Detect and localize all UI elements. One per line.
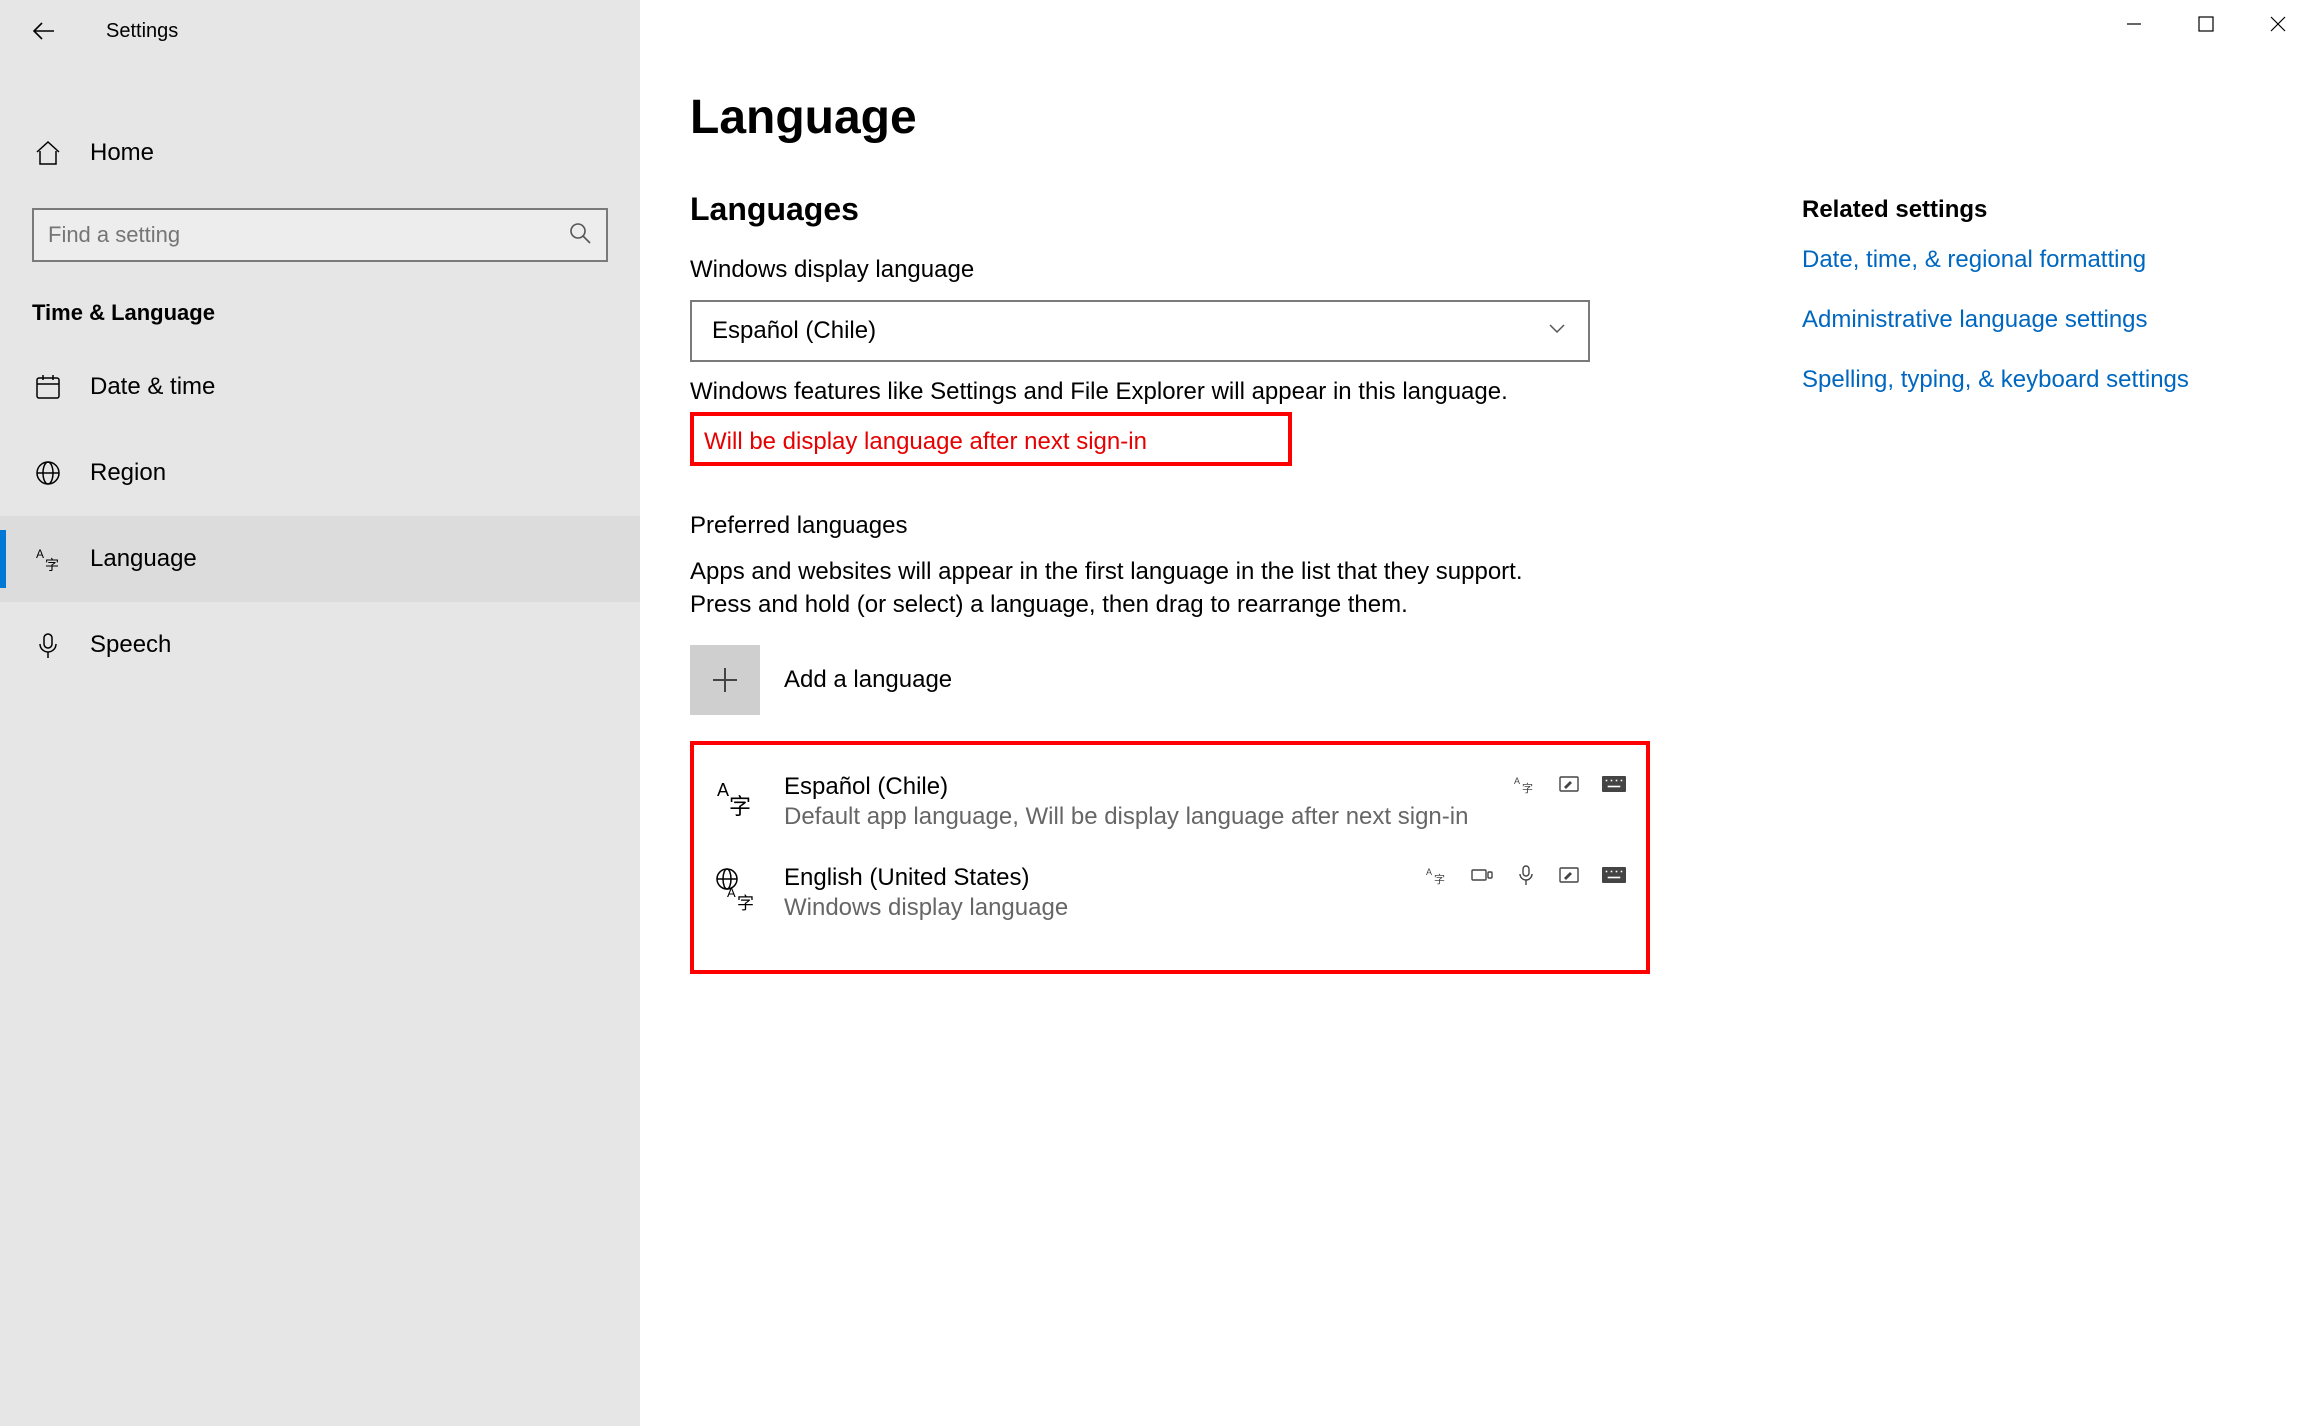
sidebar-item-region[interactable]: Region <box>0 430 640 516</box>
sidebar-item-home[interactable]: Home <box>0 116 640 190</box>
display-lang-desc: Windows features like Settings and File … <box>690 376 1510 408</box>
display-feature-icon: A字 <box>1424 864 1452 886</box>
language-pack-icon: A字 <box>712 773 760 821</box>
language-item[interactable]: A字 Español (Chile) Default app language,… <box>704 757 1636 848</box>
svg-text:A: A <box>727 885 736 900</box>
language-name: Español (Chile) <box>784 773 1488 801</box>
handwriting-feature-icon <box>1556 864 1584 886</box>
handwriting-feature-icon <box>1556 773 1584 795</box>
maximize-button[interactable] <box>2170 0 2242 48</box>
tts-feature-icon <box>1468 864 1496 886</box>
region-icon <box>32 457 64 489</box>
pending-notice: Will be display language after next sign… <box>704 428 1278 456</box>
app-title: Settings <box>106 20 178 43</box>
svg-text:字: 字 <box>1522 781 1533 794</box>
svg-text:字: 字 <box>737 894 754 911</box>
preferred-desc: Apps and websites will appear in the fir… <box>690 556 1570 621</box>
keyboard-feature-icon <box>1600 773 1628 795</box>
sidebar-item-label: Date & time <box>90 373 215 401</box>
keyboard-feature-icon <box>1600 864 1628 886</box>
pending-notice-highlight: Will be display language after next sign… <box>690 412 1292 466</box>
speech-icon <box>32 629 64 661</box>
search-icon <box>568 221 592 250</box>
add-language-button[interactable]: Add a language <box>690 645 2250 715</box>
related-heading: Related settings <box>1802 196 2262 224</box>
language-feature-icons: A字 <box>1424 864 1628 886</box>
language-feature-icons: A字 <box>1512 773 1628 795</box>
back-button[interactable] <box>30 17 58 45</box>
language-icon: A字 <box>32 543 64 575</box>
sidebar: Settings Home Time & Language Date & tim… <box>0 0 640 1426</box>
search-input[interactable] <box>48 222 568 248</box>
svg-text:A: A <box>717 780 729 800</box>
display-language-selected: Español (Chile) <box>712 317 876 345</box>
sidebar-category: Time & Language <box>0 262 640 344</box>
preferred-language-list-highlight: A字 Español (Chile) Default app language,… <box>690 741 1650 973</box>
svg-text:字: 字 <box>729 794 751 819</box>
home-icon <box>32 137 64 169</box>
close-button[interactable] <box>2242 0 2314 48</box>
language-pack-icon: A字 <box>712 864 760 912</box>
chevron-down-icon <box>1546 317 1568 346</box>
svg-text:A: A <box>1514 776 1520 786</box>
sidebar-item-label: Speech <box>90 631 171 659</box>
language-item[interactable]: A字 English (United States) Windows displ… <box>704 848 1636 939</box>
window-controls <box>2098 0 2314 48</box>
page-title: Language <box>690 90 2250 145</box>
related-link[interactable]: Spelling, typing, & keyboard settings <box>1802 366 2262 394</box>
sidebar-item-speech[interactable]: Speech <box>0 602 640 688</box>
related-link[interactable]: Administrative language settings <box>1802 306 2262 334</box>
svg-text:A: A <box>1426 867 1432 877</box>
svg-text:A: A <box>36 547 44 561</box>
language-meta: Default app language, Will be display la… <box>784 801 1488 832</box>
add-language-label: Add a language <box>784 666 952 694</box>
home-label: Home <box>90 139 154 167</box>
sidebar-item-label: Region <box>90 459 166 487</box>
related-link[interactable]: Date, time, & regional formatting <box>1802 246 2262 274</box>
related-settings: Related settings Date, time, & regional … <box>1802 196 2262 426</box>
language-name: English (United States) <box>784 864 1400 892</box>
language-meta: Windows display language <box>784 892 1400 923</box>
svg-text:字: 字 <box>1434 872 1445 885</box>
preferred-heading: Preferred languages <box>690 512 2250 540</box>
svg-text:字: 字 <box>45 557 59 573</box>
display-feature-icon: A字 <box>1512 773 1540 795</box>
minimize-button[interactable] <box>2098 0 2170 48</box>
sidebar-item-language[interactable]: A字 Language <box>0 516 640 602</box>
display-language-select[interactable]: Español (Chile) <box>690 300 1590 362</box>
plus-icon <box>690 645 760 715</box>
date-time-icon <box>32 371 64 403</box>
sidebar-item-date-time[interactable]: Date & time <box>0 344 640 430</box>
sidebar-item-label: Language <box>90 545 197 573</box>
speech-feature-icon <box>1512 864 1540 886</box>
search-input-wrap[interactable] <box>32 208 608 262</box>
